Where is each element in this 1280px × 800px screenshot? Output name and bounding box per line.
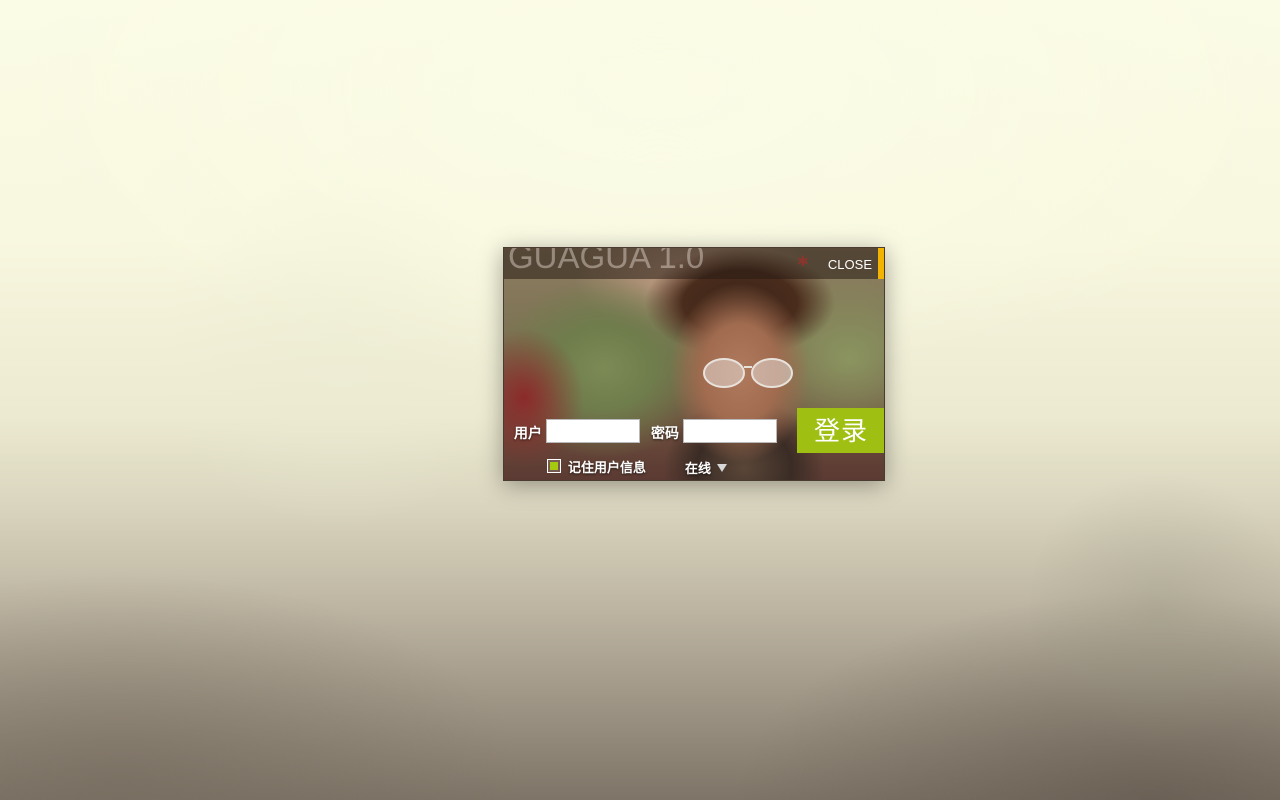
- background-blur: [160, 170, 520, 530]
- password-label: 密码: [651, 426, 679, 442]
- login-window: GUAGUA 1.0 ✱ CLOSE 用户 密码 登录 记住用户信息 在线: [503, 247, 885, 481]
- status-dropdown[interactable]: 在线: [685, 458, 728, 477]
- username-input[interactable]: [546, 419, 640, 443]
- background-blur-shadow: [1030, 460, 1280, 760]
- chevron-down-icon: [717, 463, 728, 472]
- status-value: 在线: [685, 462, 712, 477]
- sunglasses-graphic: [703, 358, 793, 388]
- checkbox-check-icon: [550, 462, 558, 470]
- remember-checkbox[interactable]: [547, 459, 561, 473]
- logo-mark-icon: ✱: [797, 254, 809, 270]
- app-title: GUAGUA 1.0: [508, 247, 705, 275]
- login-button[interactable]: 登录: [797, 408, 884, 453]
- accent-stripe: [878, 248, 884, 279]
- remember-label[interactable]: 记住用户信息: [568, 457, 646, 476]
- username-label: 用户: [514, 426, 542, 442]
- close-button[interactable]: CLOSE: [828, 257, 872, 272]
- title-bar[interactable]: GUAGUA 1.0 ✱ CLOSE: [504, 248, 884, 279]
- password-input[interactable]: [683, 419, 777, 443]
